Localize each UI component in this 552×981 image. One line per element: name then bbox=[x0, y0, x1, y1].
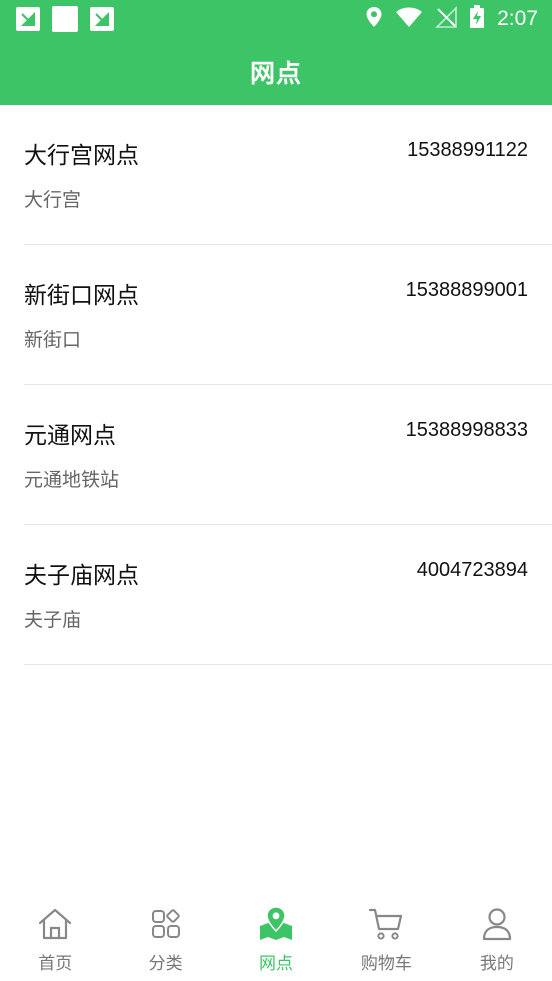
nav-outlets[interactable]: 网点 bbox=[221, 895, 331, 981]
outlet-phone[interactable]: 15388899001 bbox=[406, 279, 528, 302]
outlet-item-xinjiekou[interactable]: 新街口网点 15388899001 新街口 bbox=[24, 245, 552, 385]
outlet-address: 新街口 bbox=[24, 329, 82, 351]
notification-area bbox=[16, 6, 114, 32]
title-bar: 网点 bbox=[0, 38, 552, 105]
nav-label: 网点 bbox=[259, 954, 294, 974]
outlet-name: 夫子庙网点 bbox=[24, 563, 139, 589]
outlet-item-dahanggong[interactable]: 大行宫网点 15388991122 大行宫 bbox=[24, 105, 552, 245]
outlet-phone[interactable]: 4004723894 bbox=[417, 559, 528, 582]
page-title: 网点 bbox=[249, 58, 302, 88]
outlet-name: 元通网点 bbox=[24, 423, 116, 449]
nav-home[interactable]: 首页 bbox=[0, 895, 110, 981]
outlet-phone[interactable]: 15388998833 bbox=[406, 419, 528, 442]
blank-notification-icon bbox=[52, 6, 78, 32]
location-icon bbox=[365, 6, 383, 32]
nav-label: 我的 bbox=[479, 954, 514, 974]
home-icon bbox=[36, 905, 74, 943]
nav-label: 分类 bbox=[148, 954, 183, 974]
outlet-item-yuantong[interactable]: 元通网点 15388998833 元通地铁站 bbox=[24, 385, 552, 525]
outlet-item-fuzimiao[interactable]: 夫子庙网点 4004723894 夫子庙 bbox=[24, 525, 552, 665]
system-icons: 2:07 bbox=[365, 5, 538, 33]
bottom-nav: 首页 分类 网点 购物车 我的 bbox=[0, 895, 552, 981]
no-signal-icon bbox=[435, 6, 457, 32]
nav-cart[interactable]: 购物车 bbox=[331, 895, 441, 981]
nav-label: 购物车 bbox=[360, 954, 412, 974]
clock: 2:07 bbox=[497, 7, 538, 30]
outlet-phone[interactable]: 15388991122 bbox=[407, 139, 528, 162]
map-pin-icon bbox=[257, 905, 295, 943]
nav-profile[interactable]: 我的 bbox=[442, 895, 552, 981]
app-notification-icon bbox=[16, 7, 40, 31]
app-notification-icon bbox=[90, 7, 114, 31]
outlet-address: 元通地铁站 bbox=[24, 469, 120, 491]
nav-label: 首页 bbox=[38, 954, 73, 974]
category-icon bbox=[147, 905, 185, 943]
outlet-name: 新街口网点 bbox=[24, 283, 139, 309]
outlet-address: 夫子庙 bbox=[24, 609, 82, 631]
outlet-address: 大行宫 bbox=[24, 189, 82, 211]
cart-icon bbox=[367, 905, 405, 943]
status-bar: 2:07 bbox=[0, 0, 552, 38]
outlet-name: 大行宫网点 bbox=[24, 143, 139, 169]
wifi-icon bbox=[395, 6, 423, 32]
battery-charging-icon bbox=[469, 5, 485, 33]
outlet-list: 大行宫网点 15388991122 大行宫 新街口网点 15388899001 … bbox=[0, 105, 552, 665]
user-icon bbox=[478, 905, 516, 943]
nav-category[interactable]: 分类 bbox=[110, 895, 220, 981]
